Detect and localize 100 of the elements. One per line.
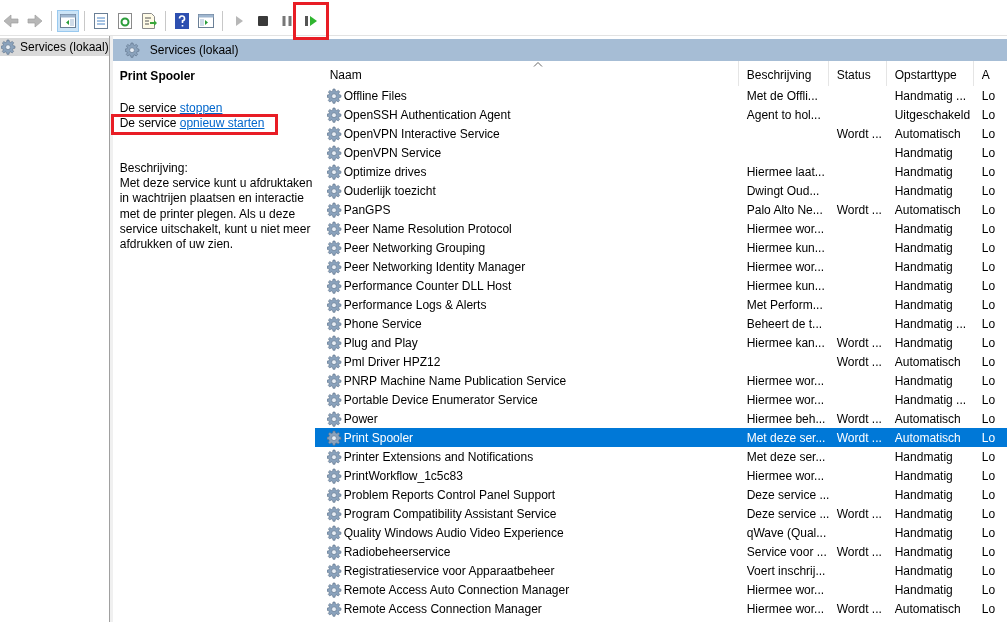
status-cell: Wordt ...: [836, 202, 882, 217]
description-cell: Met Perform...: [746, 297, 823, 312]
table-cell: Lo: [981, 88, 996, 103]
startup-type-cell: Handmatig ...: [894, 392, 967, 407]
description-cell: Hiermee wor...: [746, 259, 825, 274]
table-cell: Lo: [981, 221, 996, 236]
description-cell: Met deze ser...: [746, 449, 826, 464]
startup-type-cell: Handmatig: [894, 544, 953, 559]
table-row[interactable]: Peer Networking Grouping Hiermee kun... Handmatig Lo: [314, 238, 1007, 257]
startup-type-cell: Handmatig: [894, 145, 953, 160]
table-row[interactable]: PrintWorkflow_1c5c83 Hiermee wor... Handmatig Lo: [314, 466, 1007, 485]
startup-type-cell: Handmatig: [894, 259, 953, 274]
table-cell: Lo: [981, 240, 996, 255]
description-cell: Deze service ...: [746, 506, 830, 521]
description-cell: Hiermee wor...: [746, 601, 825, 616]
table-cell: Lo: [981, 259, 996, 274]
status-cell: Wordt ...: [836, 354, 882, 369]
table-cell: Lo: [981, 392, 996, 407]
table-row[interactable]: Peer Networking Identity Manager Hiermee wor... Handmatig Lo: [314, 257, 1007, 276]
startup-type-cell: Handmatig: [894, 449, 953, 464]
table-row[interactable]: Peer Name Resolution Protocol Hiermee wor... Handmatig Lo: [314, 219, 1007, 238]
service-name: Program Compatibility Assistant Service: [343, 506, 557, 521]
description-cell: Hiermee wor...: [746, 221, 825, 236]
table-cell: Lo: [981, 506, 996, 521]
description-cell: Hiermee kun...: [746, 240, 825, 255]
table-row[interactable]: Printer Extensions and Notifications Met deze ser... Handmatig Lo: [314, 447, 1007, 466]
startup-type-cell: Uitgeschakeld: [894, 107, 971, 122]
service-name: Optimize drives: [343, 164, 427, 179]
startup-type-cell: Handmatig: [894, 563, 953, 578]
table-row[interactable]: PNRP Machine Name Publication Service Hiermee wor... Handmatig Lo: [314, 371, 1007, 390]
description-cell: Met deze ser...: [746, 430, 826, 445]
table-row[interactable]: Offline Files Met de Offli... Handmatig ... Lo: [314, 86, 1007, 105]
startup-type-cell: Handmatig: [894, 278, 953, 293]
status-cell: Wordt ...: [836, 430, 882, 445]
column-header[interactable]: Opstarttype: [886, 61, 974, 86]
table-row[interactable]: Performance Logs & Alerts Met Perform... Handmatig Lo: [314, 295, 1007, 314]
table-row[interactable]: Portable Device Enumerator Service Hiermee wor... Handmatig ... Lo: [314, 390, 1007, 409]
action-link[interactable]: stoppen: [179, 101, 223, 115]
table-row[interactable]: OpenVPN Interactive Service Wordt ... Automatisch Lo: [314, 124, 1007, 143]
table-row[interactable]: Print Spooler Met deze ser... Wordt ... Automatisch Lo: [314, 428, 1007, 447]
table-row[interactable]: Remote Access Connection Manager Hiermee wor... Wordt ... Automatisch Lo: [314, 599, 1007, 618]
table-row[interactable]: PanGPS Palo Alto Ne... Wordt ... Automatisch Lo: [314, 200, 1007, 219]
startup-type-cell: Handmatig: [894, 525, 953, 540]
startup-type-cell: Handmatig: [894, 373, 953, 388]
pane-title: Services (lokaal): [149, 43, 239, 57]
service-name: Performance Logs & Alerts: [343, 297, 487, 312]
table-cell: Lo: [981, 449, 996, 464]
table-row[interactable]: Power Hiermee beh... Wordt ... Automatisch Lo: [314, 409, 1007, 428]
table-row[interactable]: Radiobeheerservice Service voor ... Wordt ... Handmatig Lo: [314, 542, 1007, 561]
description-cell: Dwingt Oud...: [746, 183, 820, 198]
description-cell: Palo Alto Ne...: [746, 202, 823, 217]
description-cell: Hiermee kun...: [746, 278, 825, 293]
table-row[interactable]: Ouderlijk toezicht Dwingt Oud... Handmatig Lo: [314, 181, 1007, 200]
description-cell: Beheert de t...: [746, 316, 823, 331]
service-title: Print Spooler: [119, 69, 197, 83]
service-name: Printer Extensions and Notifications: [343, 449, 534, 464]
table-row[interactable]: Optimize drives Hiermee laat... Handmatig Lo: [314, 162, 1007, 181]
column-header[interactable]: Status: [828, 61, 887, 86]
table-cell: Lo: [981, 335, 996, 350]
table-cell: Lo: [981, 601, 996, 616]
description-label: Beschrijving:: [119, 161, 189, 176]
column-header[interactable]: Naam: [314, 61, 739, 86]
startup-type-cell: Handmatig: [894, 297, 953, 312]
table-row[interactable]: OpenVPN Service Handmatig Lo: [314, 143, 1007, 162]
table-cell: Lo: [981, 354, 996, 369]
description-cell: Hiermee beh...: [746, 411, 826, 426]
description-text: Met deze service kunt u afdruktaken in wachtrijen plaatsen en interactie met de printer plegen. Als u deze service uitschakelt, kunt u niet meer afdrukken of uw zien.: [119, 176, 314, 253]
table-row[interactable]: Registratieservice voor Apparaatbeheer Voert inschrij... Handmatig Lo: [314, 561, 1007, 580]
column-header[interactable]: A: [973, 61, 1007, 86]
service-name: PrintWorkflow_1c5c83: [343, 468, 463, 483]
action-link[interactable]: opnieuw starten: [179, 116, 265, 130]
startup-type-cell: Automatisch: [894, 202, 961, 217]
table-row[interactable]: Pml Driver HPZ12 Wordt ... Automatisch Lo: [314, 352, 1007, 371]
table-cell: Lo: [981, 202, 996, 217]
table-row[interactable]: OpenSSH Authentication Agent Agent to hol... Uitgeschakeld Lo: [314, 105, 1007, 124]
description-cell: Agent to hol...: [746, 107, 821, 122]
table-row[interactable]: Phone Service Beheert de t... Handmatig ... Lo: [314, 314, 1007, 333]
table-cell: Lo: [981, 544, 996, 559]
table-row[interactable]: Quality Windows Audio Video Experience qWave (Qual... Handmatig Lo: [314, 523, 1007, 542]
service-name: Pml Driver HPZ12: [343, 354, 441, 369]
startup-type-cell: Handmatig: [894, 221, 953, 236]
description-cell: Hiermee wor...: [746, 582, 825, 597]
status-cell: Wordt ...: [836, 411, 882, 426]
table-row[interactable]: Plug and Play Hiermee kan... Wordt ... Handmatig Lo: [314, 333, 1007, 352]
description-cell: Hiermee kan...: [746, 335, 825, 350]
table-row[interactable]: Program Compatibility Assistant Service Deze service ... Wordt ... Handmatig Lo: [314, 504, 1007, 523]
column-header[interactable]: Beschrijving: [738, 61, 829, 86]
service-name: PanGPS: [343, 202, 391, 217]
table-row[interactable]: Problem Reports Control Panel Support Deze service ... Handmatig Lo: [314, 485, 1007, 504]
status-cell: Wordt ...: [836, 601, 882, 616]
table-cell: Lo: [981, 164, 996, 179]
service-name: Offline Files: [343, 88, 407, 103]
table-row[interactable]: Remote Access Auto Connection Manager Hiermee wor... Handmatig Lo: [314, 580, 1007, 599]
startup-type-cell: Automatisch: [894, 411, 961, 426]
table-row[interactable]: Performance Counter DLL Host Hiermee kun... Handmatig Lo: [314, 276, 1007, 295]
tree-item[interactable]: Services (lokaal): [0, 38, 109, 56]
action-text: De service: [119, 101, 177, 115]
service-name: Radiobeheerservice: [343, 544, 451, 559]
table-cell: Lo: [981, 278, 996, 293]
table-cell: Lo: [981, 297, 996, 312]
